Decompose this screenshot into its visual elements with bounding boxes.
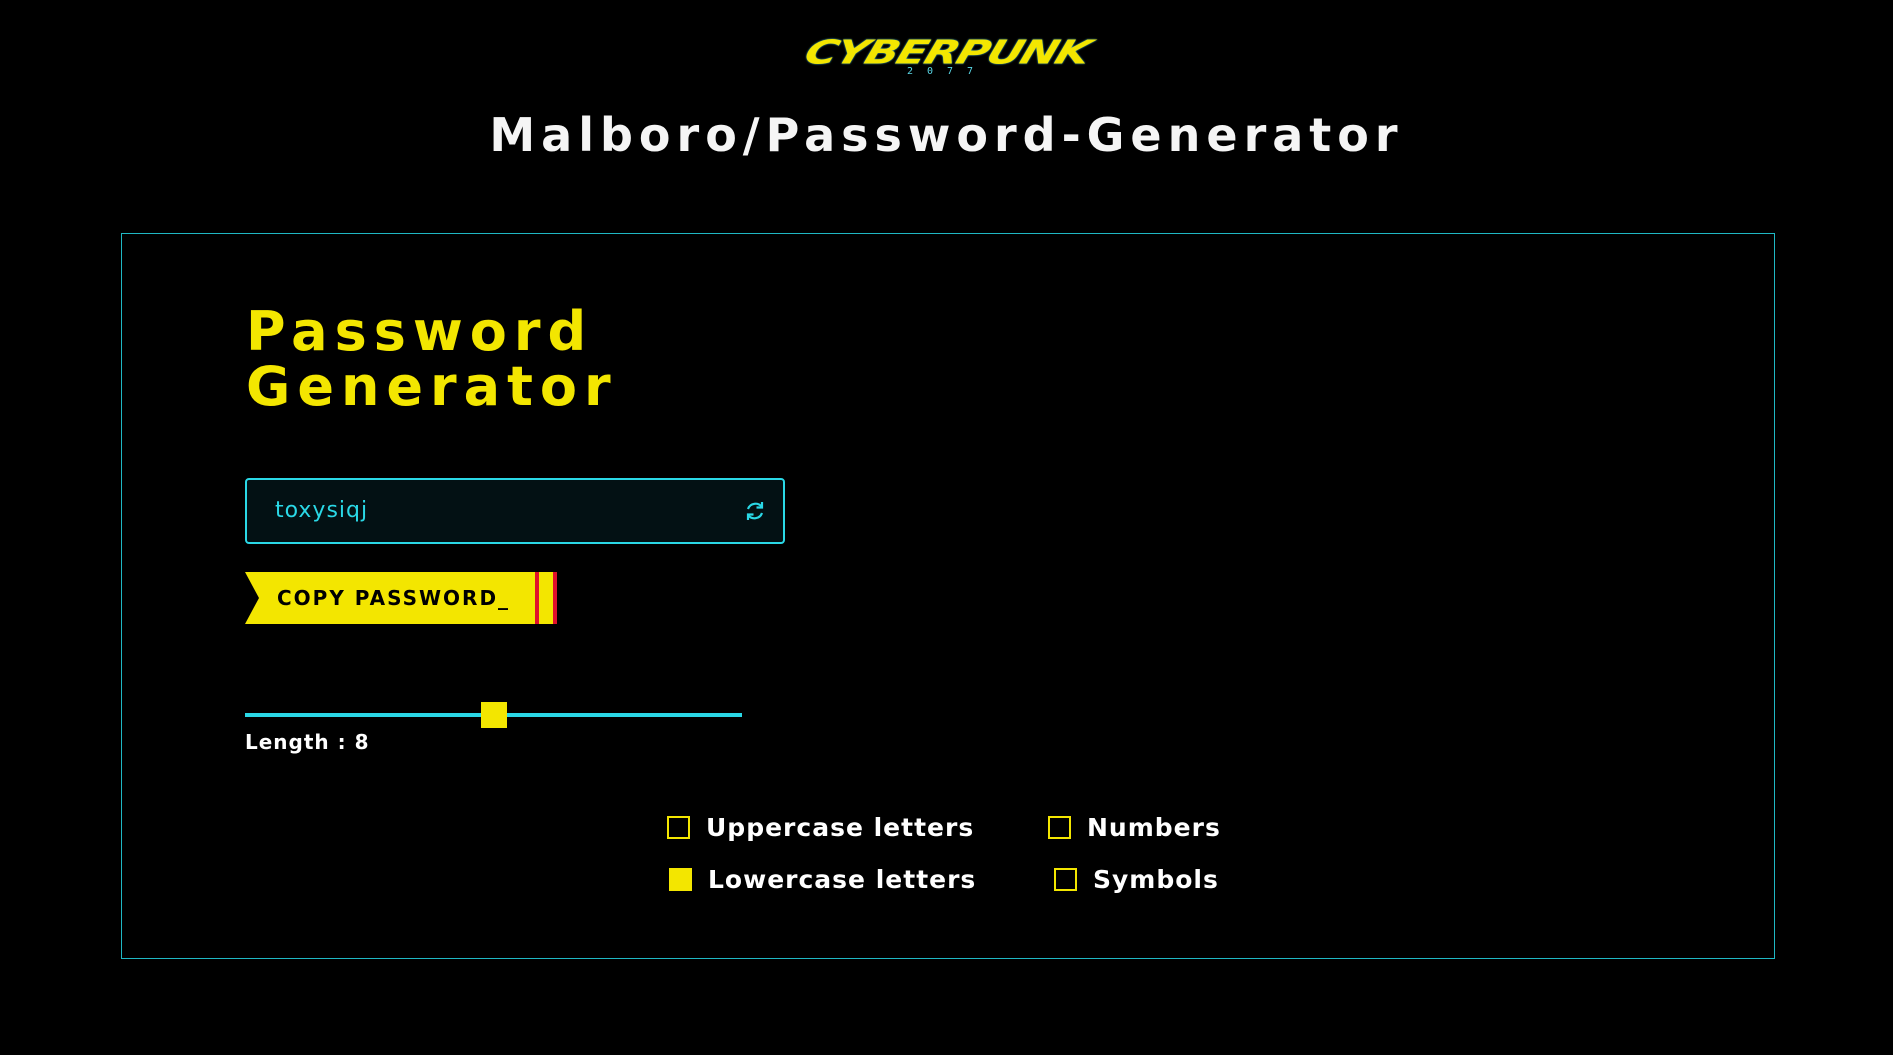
option-uppercase[interactable]: Uppercase letters [667, 810, 974, 844]
password-value[interactable]: toxysiqj [275, 480, 368, 542]
slider-thumb[interactable] [481, 702, 507, 728]
copy-button-label: COPY PASSWORD_ [277, 586, 511, 610]
heading-line-1: Password [246, 300, 594, 363]
length-slider[interactable] [245, 700, 742, 730]
length-label: Length : 8 [245, 730, 370, 754]
heading-line-2: Generator [246, 355, 618, 418]
page: CYBERPUNK 2077 Malboro/Password-Generato… [0, 0, 1893, 1055]
option-label-lowercase: Lowercase letters [708, 864, 977, 894]
copy-password-button[interactable]: COPY PASSWORD_ [245, 572, 557, 624]
option-lowercase[interactable]: Lowercase letters [669, 862, 976, 896]
option-label-uppercase: Uppercase letters [706, 812, 975, 842]
checkbox-uppercase[interactable] [667, 815, 690, 839]
generator-panel: Password Generator toxysiqj COPY PASSWOR… [121, 233, 1775, 959]
checkbox-symbols[interactable] [1054, 867, 1077, 891]
option-symbols[interactable]: Symbols [1054, 862, 1219, 896]
logo-subtext: 2077 [906, 66, 988, 77]
option-label-symbols: Symbols [1093, 864, 1219, 894]
refresh-icon[interactable] [743, 499, 767, 523]
option-numbers[interactable]: Numbers [1048, 810, 1221, 844]
checkbox-numbers[interactable] [1048, 815, 1071, 839]
panel-heading: Password Generator [246, 304, 618, 414]
password-output-field[interactable]: toxysiqj [245, 478, 785, 544]
cyberpunk-logo: CYBERPUNK 2077 [758, 26, 1136, 80]
option-label-numbers: Numbers [1087, 812, 1221, 842]
site-title: Malboro/Password-Generator [489, 108, 1404, 162]
checkbox-lowercase[interactable] [669, 867, 692, 891]
